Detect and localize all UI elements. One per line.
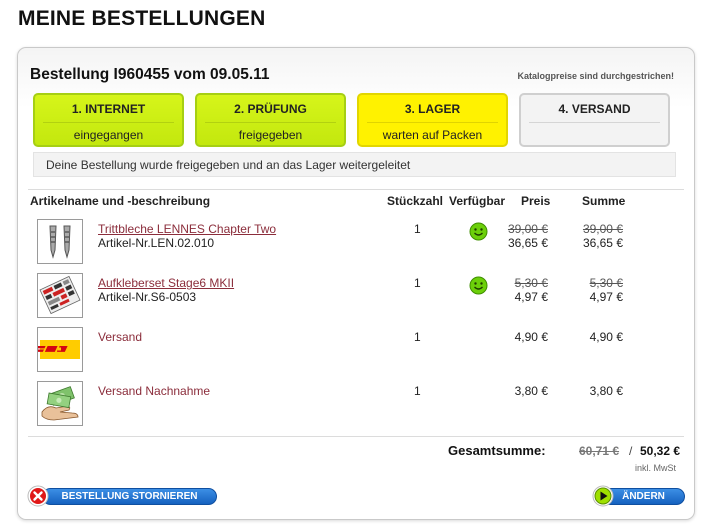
table-row: Aufkleberset Stage6 MKII Artikel-Nr.S6-0…	[18, 273, 694, 319]
header-price: Preis	[521, 194, 551, 208]
price-new: 4,97 €	[514, 290, 548, 304]
item-price: 3,80 €	[488, 384, 548, 398]
footpegs-thumbnail[interactable]	[37, 219, 83, 264]
step-internet: 1. INTERNET eingegangen	[33, 93, 184, 147]
sum-old: 5,30 €	[589, 276, 623, 290]
item-sum: 3,80 €	[563, 384, 623, 398]
step-name: 4. VERSAND	[558, 102, 631, 116]
step-status: freigegeben	[238, 128, 303, 142]
item-sum: 5,30 € 4,97 €	[563, 276, 623, 304]
cash-on-delivery-icon	[37, 381, 83, 426]
item-sum: 39,00 € 36,65 €	[563, 222, 623, 250]
price-new: 4,90 €	[514, 330, 548, 344]
table-row: Versand 1 4,90 € 4,90 €	[18, 327, 694, 373]
cancel-order-label: BESTELLUNG STORNIEREN	[61, 491, 198, 502]
header-article: Artikelname und -beschreibung	[30, 194, 211, 208]
price-new: 36,65 €	[507, 236, 548, 250]
order-panel: Bestellung I960455 vom 09.05.11 Katalogp…	[17, 47, 695, 520]
item-sku: Artikel-Nr.S6-0503	[98, 290, 197, 304]
dhl-logo	[37, 327, 83, 372]
item-price: 4,90 €	[488, 330, 548, 344]
step-pruefung: 2. PRÜFUNG freigegeben	[195, 93, 346, 147]
total-separator: /	[629, 444, 633, 458]
smiley-available-icon	[469, 222, 488, 241]
smiley-available-icon	[469, 276, 488, 295]
divider	[28, 189, 684, 190]
total-old: 60,71 €	[579, 444, 620, 458]
item-qty: 1	[414, 276, 421, 290]
price-new: 3,80 €	[514, 384, 548, 398]
vat-note: inkl. MwSt	[635, 463, 677, 473]
price-old: 5,30 €	[514, 276, 548, 290]
table-row: Trittbleche LENNES Chapter Two Artikel-N…	[18, 219, 694, 265]
item-qty: 1	[414, 222, 421, 236]
item-link: Versand Nachnahme	[98, 384, 211, 398]
item-sum: 4,90 €	[563, 330, 623, 344]
change-order-button[interactable]: ÄNDERN	[602, 488, 685, 505]
order-title: Bestellung I960455 vom 09.05.11	[30, 66, 270, 83]
item-qty: 1	[414, 384, 421, 398]
item-link: Versand	[98, 330, 143, 344]
cancel-order-button[interactable]: BESTELLUNG STORNIEREN	[42, 488, 217, 505]
item-sku: Artikel-Nr.LEN.02.010	[98, 236, 215, 250]
price-old: 39,00 €	[507, 222, 548, 236]
step-lager: 3. LAGER warten auf Packen	[357, 93, 508, 147]
header-qty: Stückzahl	[387, 194, 444, 208]
item-price: 39,00 € 36,65 €	[488, 222, 548, 250]
step-name: 1. INTERNET	[71, 102, 146, 116]
close-icon[interactable]	[27, 485, 49, 507]
step-name: 2. PRÜFUNG	[234, 102, 307, 116]
page-title: MEINE BESTELLUNGEN	[18, 7, 266, 30]
divider	[28, 436, 684, 437]
item-price: 5,30 € 4,97 €	[488, 276, 548, 304]
status-message: Deine Bestellung wurde freigegeben und a…	[33, 152, 676, 177]
sum-new: 3,80 €	[589, 384, 623, 398]
total-label: Gesamtsumme:	[448, 443, 546, 458]
change-order-label: ÄNDERN	[622, 491, 665, 502]
header-sum: Summe	[582, 194, 626, 208]
item-qty: 1	[414, 330, 421, 344]
step-versand: 4. VERSAND	[519, 93, 670, 147]
item-link[interactable]: Trittbleche LENNES Chapter Two	[98, 222, 276, 236]
item-link[interactable]: Aufkleberset Stage6 MKII	[98, 276, 234, 290]
play-icon[interactable]	[592, 485, 614, 507]
sum-old: 39,00 €	[582, 222, 623, 236]
step-status: warten auf Packen	[382, 128, 483, 142]
step-status: eingegangen	[73, 128, 144, 142]
header-avail: Verfügbar	[449, 194, 506, 208]
sum-new: 36,65 €	[582, 236, 623, 250]
step-name: 3. LAGER	[404, 102, 461, 116]
sum-new: 4,97 €	[589, 290, 623, 304]
sum-new: 4,90 €	[589, 330, 623, 344]
table-row: Versand Nachnahme 1 3,80 € 3,80 €	[18, 381, 694, 427]
total-new: 50,32 €	[640, 444, 681, 458]
catalog-note: Katalogpreise sind durchgestrichen!	[517, 71, 674, 81]
sticker-set-thumbnail[interactable]	[37, 273, 83, 318]
